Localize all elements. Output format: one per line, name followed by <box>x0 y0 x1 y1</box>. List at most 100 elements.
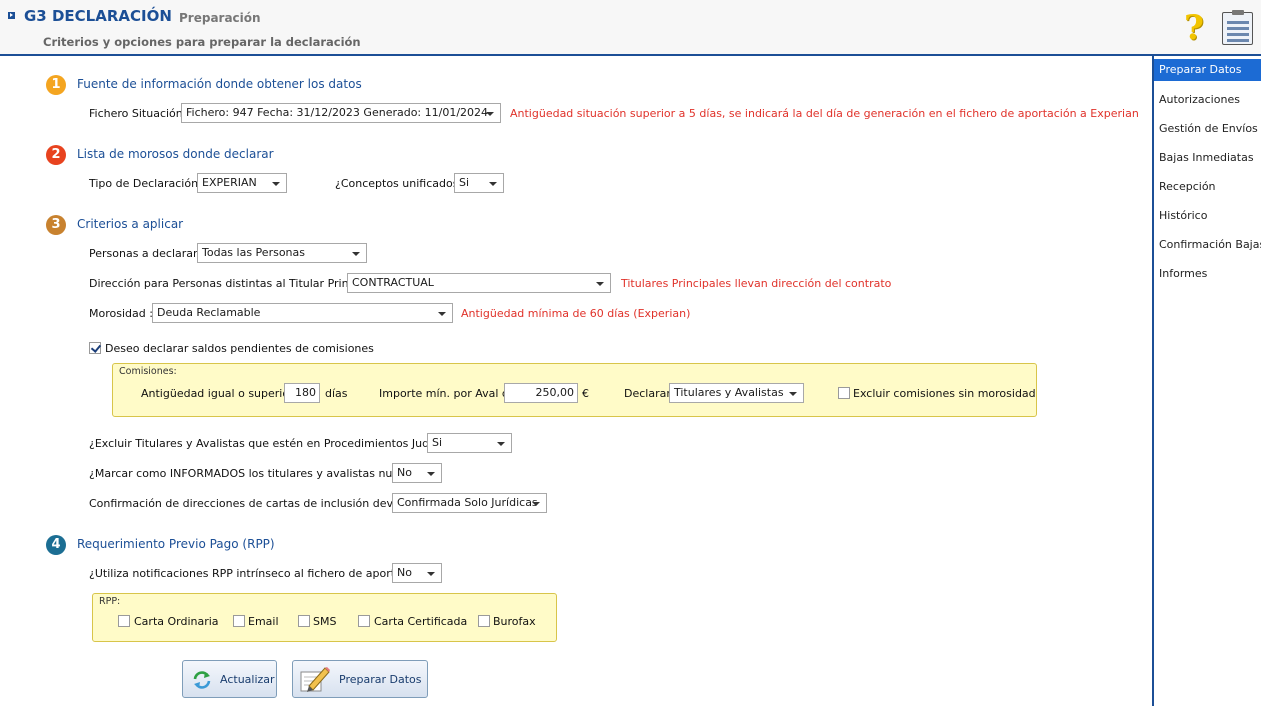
checklist-icon[interactable] <box>1222 10 1253 45</box>
question-mark-icon[interactable]: ? <box>1184 10 1208 46</box>
declarar-value: Titulares y Avalistas <box>674 386 784 399</box>
actualizar-button[interactable]: Actualizar <box>182 660 277 698</box>
rpp-sms-checkbox[interactable] <box>298 615 310 627</box>
chevron-down-icon <box>272 182 280 186</box>
pencil-document-icon <box>300 667 330 692</box>
antiguedad-label: Antigüedad igual o superior a <box>141 387 304 400</box>
section-4-title: Requerimiento Previo Pago (RPP) <box>77 537 275 551</box>
importe-label: Importe mín. por Aval de <box>379 387 516 400</box>
confirmacion-value: Confirmada Solo Jurídicas <box>397 496 538 509</box>
sidebar-item-recepcion[interactable]: Recepción <box>1159 180 1216 193</box>
page-title: G3 DECLARACIÓN <box>24 7 172 25</box>
importe-input[interactable]: 250,00 <box>504 383 578 403</box>
direccion-note: Titulares Principales llevan dirección d… <box>621 277 892 290</box>
conceptos-select[interactable]: Si <box>454 173 504 193</box>
rpp-burofax-label: Burofax <box>493 615 536 628</box>
rpp-carta-certificada-checkbox[interactable] <box>358 615 370 627</box>
excluir-judicial-label: ¿Excluir Titulares y Avalistas que estén… <box>89 437 470 450</box>
fichero-select[interactable]: Fichero: 947 Fecha: 31/12/2023 Generado:… <box>181 103 501 123</box>
page-header: G3 DECLARACIÓN Preparación Criterios y o… <box>0 0 1261 56</box>
direccion-value: CONTRACTUAL <box>352 276 434 289</box>
declarar-select[interactable]: Titulares y Avalistas <box>669 383 804 403</box>
step-1-icon: 1 <box>46 75 66 95</box>
conceptos-value: Si <box>459 176 470 189</box>
confirmacion-select[interactable]: Confirmada Solo Jurídicas <box>392 493 547 513</box>
direccion-select[interactable]: CONTRACTUAL <box>347 273 611 293</box>
chevron-down-icon <box>532 502 540 506</box>
rpp-panel: RPP: Carta Ordinaria Email SMS Carta Cer… <box>92 593 557 642</box>
chevron-down-icon <box>438 312 446 316</box>
tipo-declaracion-select[interactable]: EXPERIAN <box>197 173 287 193</box>
chevron-down-icon <box>596 282 604 286</box>
excluir-judicial-select[interactable]: Si <box>427 433 512 453</box>
rpp-carta-ordinaria-label: Carta Ordinaria <box>134 615 219 628</box>
sidebar-item-confirmacion-bajas[interactable]: Confirmación Bajas <box>1159 238 1261 251</box>
tipo-declaracion-label: Tipo de Declaración : <box>89 177 206 190</box>
morosidad-value: Deuda Reclamable <box>157 306 261 319</box>
section-1-title: Fuente de información donde obtener los … <box>77 77 362 91</box>
marcar-value: No <box>397 466 412 479</box>
rpp-email-label: Email <box>248 615 279 628</box>
chevron-down-icon <box>352 252 360 256</box>
page-section: Preparación <box>179 11 261 25</box>
main-content: 1 Fuente de información donde obtener lo… <box>0 56 1150 706</box>
rpp-carta-ordinaria-checkbox[interactable] <box>118 615 130 627</box>
rpp-carta-certificada-label: Carta Certificada <box>374 615 468 628</box>
chevron-down-icon <box>789 392 797 396</box>
step-4-icon: 4 <box>46 535 66 555</box>
sidebar-item-historico[interactable]: Histórico <box>1159 209 1207 222</box>
header-bullet-icon <box>8 12 15 19</box>
personas-label: Personas a declarar : <box>89 247 205 260</box>
rpp-question-label: ¿Utiliza notificaciones RPP intrínseco a… <box>89 567 431 580</box>
refresh-icon <box>193 671 211 689</box>
chevron-down-icon <box>497 442 505 446</box>
importe-unit: € <box>582 387 589 400</box>
comisiones-check-label: Deseo declarar saldos pendientes de comi… <box>105 342 374 355</box>
rpp-burofax-checkbox[interactable] <box>478 615 490 627</box>
antiguedad-unit: días <box>325 387 348 400</box>
rpp-caption: RPP: <box>99 596 121 607</box>
rpp-select[interactable]: No <box>392 563 442 583</box>
rpp-value: No <box>397 566 412 579</box>
chevron-down-icon <box>427 472 435 476</box>
preparar-datos-button-label: Preparar Datos <box>339 673 422 686</box>
chevron-down-icon <box>489 182 497 186</box>
step-2-icon: 2 <box>46 145 66 165</box>
declarar-label: Declarar <box>624 387 671 400</box>
confirmacion-label: Confirmación de direcciones de cartas de… <box>89 497 434 510</box>
comisiones-panel: Comisiones: Antigüedad igual o superior … <box>112 363 1037 417</box>
comisiones-checkbox[interactable] <box>89 342 101 354</box>
fichero-label: Fichero Situación : <box>89 107 190 120</box>
sidebar: Preparar Datos Autorizaciones Gestión de… <box>1152 56 1261 706</box>
sidebar-item-informes[interactable]: Informes <box>1159 267 1207 280</box>
sidebar-item-autorizaciones[interactable]: Autorizaciones <box>1159 93 1240 106</box>
section-2-title: Lista de morosos donde declarar <box>77 147 274 161</box>
preparar-datos-button[interactable]: Preparar Datos <box>292 660 428 698</box>
chevron-down-icon <box>486 112 494 116</box>
sidebar-item-gestion-envios[interactable]: Gestión de Envíos <box>1159 122 1258 135</box>
page-subtitle: Criterios y opciones para preparar la de… <box>43 35 361 49</box>
chevron-down-icon <box>427 572 435 576</box>
sidebar-item-bajas-inmediatas[interactable]: Bajas Inmediatas <box>1159 151 1254 164</box>
tipo-declaracion-value: EXPERIAN <box>202 176 257 189</box>
rpp-email-checkbox[interactable] <box>233 615 245 627</box>
section-3-title: Criterios a aplicar <box>77 217 184 231</box>
fichero-warning: Antigüedad situación superior a 5 días, … <box>510 107 1139 120</box>
personas-select[interactable]: Todas las Personas <box>197 243 367 263</box>
fichero-value: Fichero: 947 Fecha: 31/12/2023 Generado:… <box>186 106 489 119</box>
marcar-label: ¿Marcar como INFORMADOS los titulares y … <box>89 467 424 480</box>
direccion-label: Dirección para Personas distintas al Tit… <box>89 277 382 290</box>
actualizar-button-label: Actualizar <box>220 673 275 686</box>
personas-value: Todas las Personas <box>202 246 305 259</box>
morosidad-note: Antigüedad mínima de 60 días (Experian) <box>461 307 691 320</box>
sidebar-item-preparar-datos[interactable]: Preparar Datos <box>1154 59 1261 81</box>
comisiones-caption: Comisiones: <box>119 366 177 377</box>
marcar-select[interactable]: No <box>392 463 442 483</box>
morosidad-select[interactable]: Deuda Reclamable <box>152 303 453 323</box>
morosidad-label: Morosidad : <box>89 307 153 320</box>
excluir-judicial-value: Si <box>432 436 443 449</box>
antiguedad-input[interactable]: 180 <box>284 383 320 403</box>
rpp-sms-label: SMS <box>313 615 337 628</box>
excluir-comisiones-checkbox[interactable] <box>838 387 850 399</box>
excluir-comisiones-label: Excluir comisiones sin morosidad <box>853 387 1036 400</box>
